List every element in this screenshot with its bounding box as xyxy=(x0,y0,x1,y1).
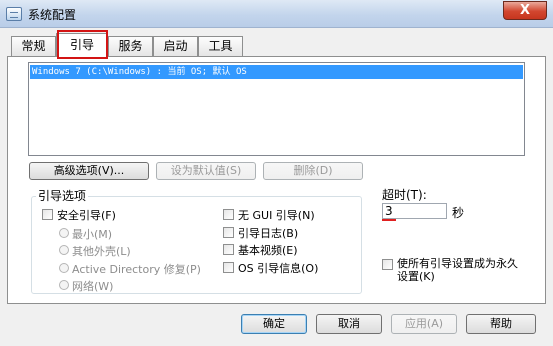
title-bar xyxy=(0,0,553,28)
timeout-input[interactable]: 3 xyxy=(382,203,447,219)
ok-button[interactable]: 确定 xyxy=(241,314,307,334)
boot-options-title: 引导选项 xyxy=(36,187,89,204)
boot-entry-list[interactable]: Windows 7 (C:\Windows) : 当前 OS; 默认 OS xyxy=(28,62,525,156)
tab-startup[interactable]: 启动 xyxy=(153,36,198,56)
os-boot-info-label: OS 引导信息(O) xyxy=(238,262,319,275)
window-title: 系统配置 xyxy=(28,8,77,22)
tab-general[interactable]: 常规 xyxy=(11,36,56,56)
base-video-label: 基本视频(E) xyxy=(238,244,298,257)
alternate-shell-radio[interactable] xyxy=(59,245,69,255)
no-gui-boot-checkbox[interactable] xyxy=(223,209,234,220)
boot-log-label: 引导日志(B) xyxy=(238,227,299,240)
ad-repair-label: Active Directory 修复(P) xyxy=(72,263,201,276)
make-permanent-label: 使所有引导设置成为永久设置(K) xyxy=(397,257,518,283)
network-radio[interactable] xyxy=(59,280,69,290)
tab-tools[interactable]: 工具 xyxy=(198,36,243,56)
seconds-label: 秒 xyxy=(452,206,465,220)
safe-boot-label: 安全引导(F) xyxy=(57,209,116,222)
apply-button[interactable]: 应用(A) xyxy=(391,314,457,334)
advanced-options-button[interactable]: 高级选项(V)... xyxy=(29,162,149,180)
timeout-label: 超时(T): xyxy=(382,188,427,202)
boot-log-checkbox[interactable] xyxy=(223,227,234,238)
minimal-radio[interactable] xyxy=(59,228,69,238)
network-label: 网络(W) xyxy=(72,280,114,293)
timeout-value-underline xyxy=(382,219,396,221)
no-gui-boot-label: 无 GUI 引导(N) xyxy=(238,209,315,222)
tab-services[interactable]: 服务 xyxy=(108,36,153,56)
alternate-shell-label: 其他外壳(L) xyxy=(72,245,131,258)
delete-button[interactable]: 删除(D) xyxy=(263,162,363,180)
os-boot-info-checkbox[interactable] xyxy=(223,262,234,273)
help-button[interactable]: 帮助 xyxy=(466,314,536,334)
close-button[interactable]: X xyxy=(503,1,547,20)
minimal-label: 最小(M) xyxy=(72,228,113,241)
boot-entry-row[interactable]: Windows 7 (C:\Windows) : 当前 OS; 默认 OS xyxy=(30,65,523,79)
base-video-checkbox[interactable] xyxy=(223,244,234,255)
system-config-icon xyxy=(6,7,22,21)
cancel-button[interactable]: 取消 xyxy=(316,314,382,334)
safe-boot-checkbox[interactable] xyxy=(42,209,53,220)
set-default-button[interactable]: 设为默认值(S) xyxy=(156,162,256,180)
make-permanent-checkbox[interactable] xyxy=(382,259,393,270)
tab-boot-highlight xyxy=(57,30,108,59)
ad-repair-radio[interactable] xyxy=(59,263,69,273)
